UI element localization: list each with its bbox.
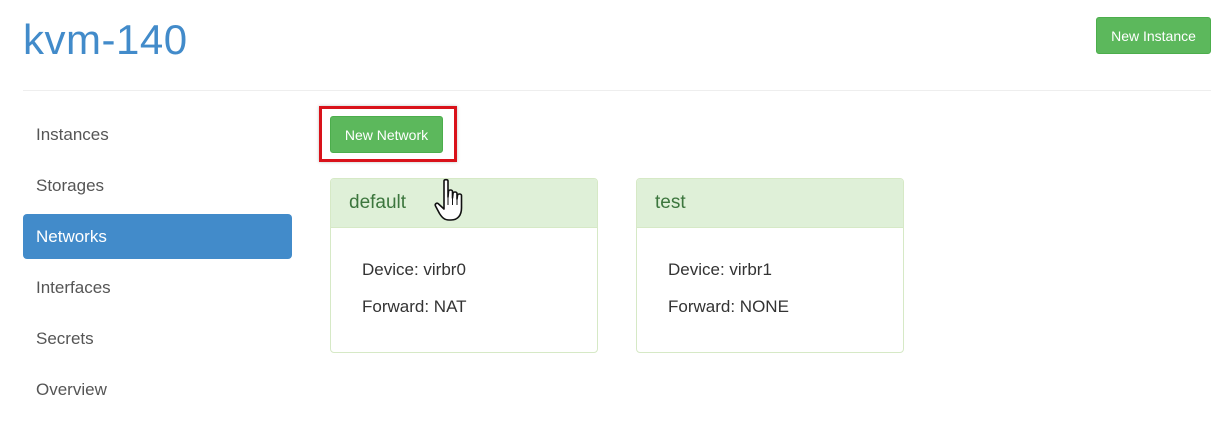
network-name[interactable]: test [637, 179, 903, 228]
hand-pointer-icon [434, 178, 463, 221]
sidebar-item-storages[interactable]: Storages [23, 163, 292, 208]
new-instance-button[interactable]: New Instance [1096, 17, 1211, 54]
sidebar-nav: Instances Storages Networks Interfaces S… [23, 112, 292, 418]
network-forward: Forward: NAT [362, 297, 467, 316]
sidebar-item-interfaces[interactable]: Interfaces [23, 265, 292, 310]
new-network-button[interactable]: New Network [330, 116, 443, 153]
host-title: kvm-140 [23, 16, 188, 63]
network-device: Device: virbr0 [362, 260, 466, 279]
sidebar-item-instances[interactable]: Instances [23, 112, 292, 157]
network-card-test[interactable]: test Device: virbr1 Forward: NONE [636, 178, 904, 353]
page-header: kvm-140 New Instance [23, 0, 1211, 91]
sidebar-item-overview[interactable]: Overview [23, 367, 292, 412]
network-device: Device: virbr1 [668, 260, 772, 279]
network-details: Device: virbr1 Forward: NONE [637, 228, 903, 317]
network-details: Device: virbr0 Forward: NAT [331, 228, 597, 317]
network-forward: Forward: NONE [668, 297, 789, 316]
sidebar-item-secrets[interactable]: Secrets [23, 316, 292, 361]
sidebar-item-networks[interactable]: Networks [23, 214, 292, 259]
